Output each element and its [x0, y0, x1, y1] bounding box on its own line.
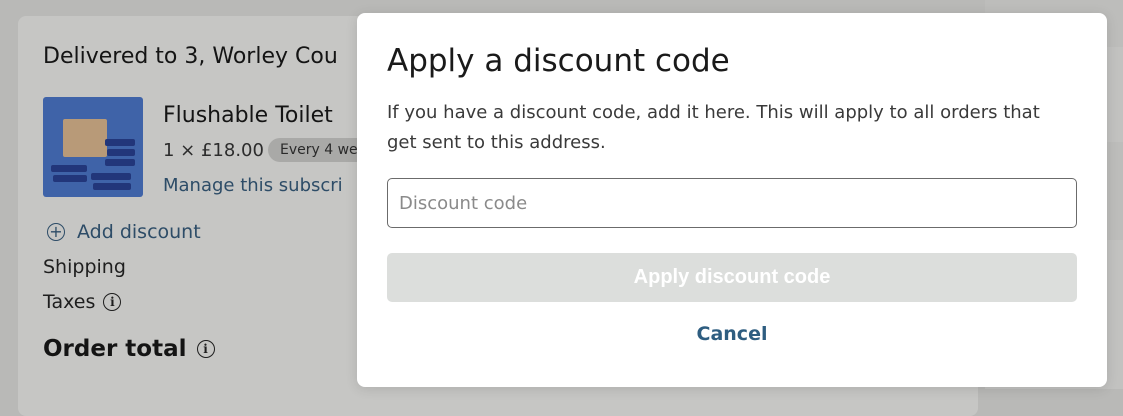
product-pack-image	[53, 175, 87, 182]
product-pack-image	[105, 139, 135, 146]
dialog-description: If you have a discount code, add it here…	[387, 102, 1040, 153]
taxes-row: Taxes i	[43, 291, 122, 313]
product-thumbnail	[43, 97, 143, 197]
product-box-image	[63, 119, 107, 157]
taxes-label: Taxes	[43, 291, 96, 313]
apply-discount-button[interactable]: Apply discount code	[387, 253, 1077, 302]
frequency-badge: Every 4 we	[268, 138, 370, 162]
add-discount-button[interactable]: + Add discount	[47, 221, 201, 243]
order-total-label: Order total	[43, 336, 187, 362]
discount-code-dialog: Apply a discount code If you have a disc…	[357, 13, 1107, 387]
product-pack-image	[105, 159, 135, 166]
plus-circle-icon: +	[47, 223, 65, 241]
info-icon[interactable]: i	[196, 340, 215, 358]
discount-code-input[interactable]	[387, 178, 1077, 228]
product-title: Flushable Toilet	[163, 103, 333, 128]
order-total-row: Order total i	[43, 336, 215, 362]
product-pack-image	[93, 183, 131, 190]
product-pack-image	[107, 149, 135, 156]
delivery-address-heading: Delivered to 3, Worley Cou	[43, 44, 338, 69]
dialog-title: Apply a discount code	[387, 43, 730, 79]
product-pack-image	[51, 165, 87, 172]
info-icon[interactable]: i	[103, 293, 122, 311]
product-pack-image	[91, 173, 131, 180]
manage-subscription-link[interactable]: Manage this subscri	[163, 175, 343, 196]
product-price: 1 × £18.00	[163, 140, 264, 161]
shipping-label: Shipping	[43, 256, 126, 278]
cancel-button[interactable]: Cancel	[387, 318, 1077, 350]
add-discount-label: Add discount	[77, 221, 201, 243]
